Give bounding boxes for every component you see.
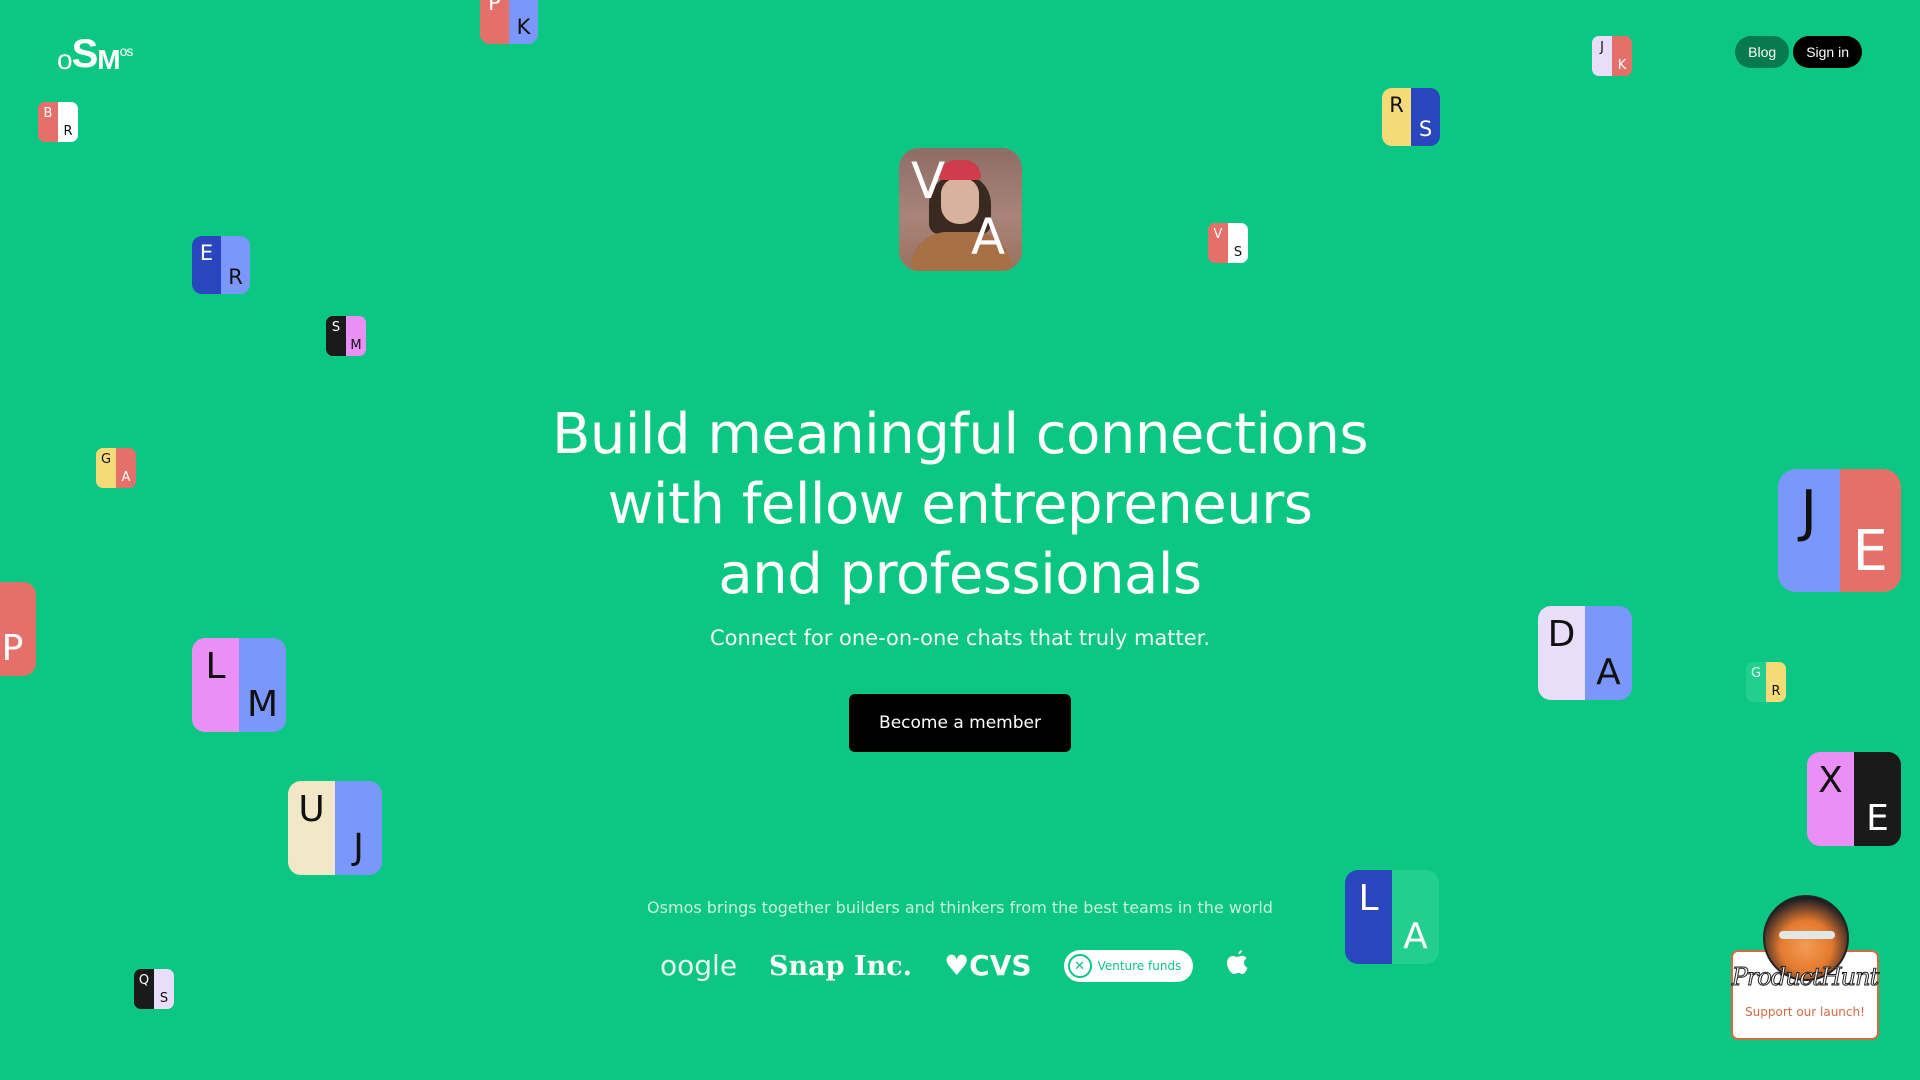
initials-card-pk: P K <box>480 0 538 44</box>
snap-logo: Snap Inc. <box>769 950 913 982</box>
venture-funds-label: Venture funds <box>1097 959 1182 973</box>
card-left: U <box>288 781 335 875</box>
card-initial: B <box>43 105 53 121</box>
initials-card-uj: U J <box>288 781 382 875</box>
card-right: S <box>1411 88 1440 146</box>
card-left: B <box>38 102 58 142</box>
apple-icon <box>1227 949 1248 974</box>
card-left: G <box>1746 662 1766 702</box>
card-initial: S <box>1418 117 1433 142</box>
card-initial: V <box>1213 226 1223 242</box>
card-initial: R <box>228 265 243 290</box>
initials-card-jk: J K <box>1592 36 1632 76</box>
headline-line: and professionals <box>718 542 1202 607</box>
apple-logo <box>1225 949 1249 983</box>
card-right: K <box>1612 36 1632 76</box>
hero-section: Build meaningful connections with fellow… <box>0 400 1920 650</box>
team-logos-carousel: oogle Snap Inc. ♥CVS ✕ Venture funds <box>660 945 1260 987</box>
initials-card-gr: G R <box>1746 662 1786 702</box>
sign-in-button[interactable]: Sign in <box>1793 36 1862 68</box>
card-right: E <box>1854 752 1901 846</box>
initials-card-rs: R S <box>1382 88 1440 146</box>
card-right: R <box>221 236 250 294</box>
card-initial: A <box>971 208 1006 266</box>
top-nav: Blog Sign in <box>1735 36 1862 68</box>
card-initial: G <box>1750 665 1762 681</box>
initials-card-la: L A <box>1345 870 1439 964</box>
card-left: R <box>1382 88 1411 146</box>
member-avatar-card: V A <box>899 148 1022 271</box>
logo-letter: S <box>71 32 99 76</box>
initials-card-br: B R <box>38 102 78 142</box>
product-hunt-wordmark: ProductHunt <box>1731 963 1879 992</box>
avatar-cap <box>939 160 981 180</box>
card-left: X <box>1807 752 1854 846</box>
logo-letter: M <box>97 44 120 75</box>
card-initial: R <box>1771 684 1781 699</box>
headline-line: with fellow entrepreneurs <box>607 472 1313 537</box>
card-left: P <box>480 0 509 44</box>
product-hunt-badge[interactable]: ProductHunt Support our launch! <box>1731 895 1880 1040</box>
card-initial: K <box>1617 58 1627 73</box>
hero-headline: Build meaningful connections with fellow… <box>0 400 1920 610</box>
card-initial: E <box>199 240 214 265</box>
card-initial: V <box>911 152 946 210</box>
x-circle-icon: ✕ <box>1067 954 1092 978</box>
card-initial: S <box>331 319 341 335</box>
card-initial: J <box>1600 39 1604 55</box>
card-right: S <box>1228 223 1248 263</box>
card-left: S <box>326 316 346 356</box>
initials-card-vs: V S <box>1208 223 1248 263</box>
card-left: V <box>1208 223 1228 263</box>
card-initial: S <box>1233 245 1243 260</box>
card-initial: E <box>1866 797 1889 839</box>
card-right: K <box>509 0 538 44</box>
card-initial: R <box>1389 92 1404 117</box>
card-right: M <box>346 316 366 356</box>
card-right: A <box>1392 870 1439 964</box>
become-member-button[interactable]: Become a member <box>849 694 1071 752</box>
card-left: E <box>192 236 221 294</box>
teams-caption: Osmos brings together builders and think… <box>647 898 1273 917</box>
initials-card-sm: S M <box>326 316 366 356</box>
card-initial: J <box>353 826 364 868</box>
card-initial: K <box>516 15 531 40</box>
osmos-logo[interactable]: o S M os <box>57 32 134 76</box>
initials-card-xe: X E <box>1807 752 1901 846</box>
card-left: L <box>1345 870 1392 964</box>
card-right: M <box>239 638 286 732</box>
venture-funds-logo: ✕ Venture funds <box>1063 950 1194 982</box>
hero-subtitle: Connect for one-on-one chats that truly … <box>709 626 1211 650</box>
card-initial: M <box>246 683 279 725</box>
blog-button[interactable]: Blog <box>1735 36 1790 68</box>
initials-card-lm: L M <box>192 638 286 732</box>
support-launch-link[interactable]: Support our launch! <box>1731 1005 1879 1019</box>
card-initial: U <box>298 789 325 831</box>
logo-letter: os <box>119 43 134 59</box>
cvs-logo: ♥CVS <box>944 949 1032 982</box>
card-initial: A <box>1596 651 1621 693</box>
card-right: R <box>58 102 78 142</box>
card-initial: X <box>1818 760 1843 802</box>
card-initial: S <box>159 991 169 1006</box>
card-initial: M <box>350 338 362 353</box>
card-left: L <box>192 638 239 732</box>
card-left: Q <box>134 969 154 1009</box>
card-right: J <box>335 781 382 875</box>
card-right: S <box>154 969 174 1009</box>
logo-letter: o <box>57 44 73 75</box>
card-initial: R <box>63 124 73 139</box>
initials-card-qs: Q S <box>134 969 174 1009</box>
kitty-glasses <box>1779 931 1835 939</box>
card-left: J <box>1592 36 1612 76</box>
card-initial: Q <box>138 972 150 988</box>
initials-card-er: E R <box>192 236 250 294</box>
card-right: R <box>1766 662 1786 702</box>
google-logo: oogle <box>660 949 738 982</box>
card-initial: L <box>205 646 226 688</box>
card-initial: P <box>488 0 501 15</box>
card-initial: A <box>1403 915 1428 957</box>
headline-line: Build meaningful connections <box>551 402 1369 467</box>
